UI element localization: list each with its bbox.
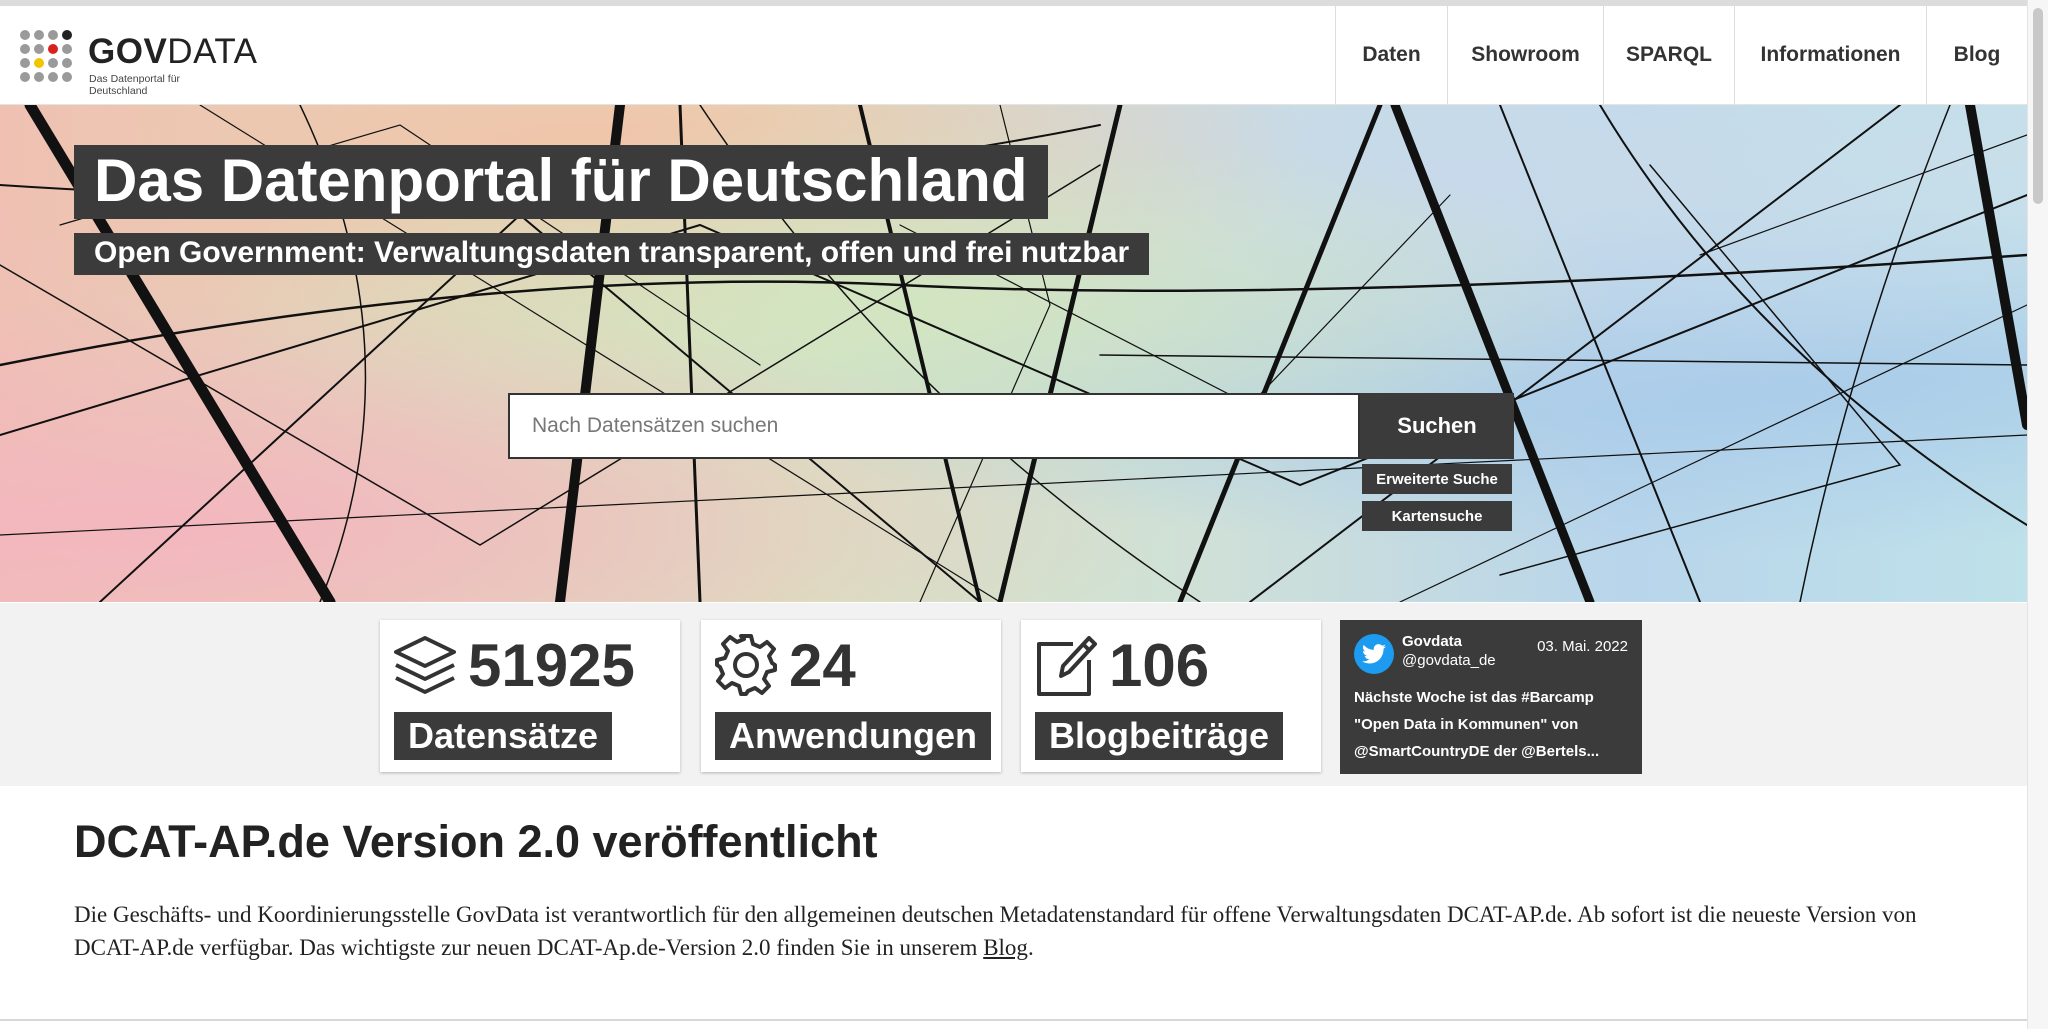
search-field-wrapper [508,393,1360,459]
news-title: DCAT-AP.de Version 2.0 veröffentlicht [74,816,878,867]
twitter-widget[interactable]: Govdata @govdata_de 03. Mai. 2022 Nächst… [1340,620,1642,774]
nav-sparql[interactable]: SPARQL [1603,6,1734,104]
tweet-author-handle[interactable]: @govdata_de [1402,652,1496,669]
nav-informationen[interactable]: Informationen [1734,6,1926,104]
news-text-end: . [1027,935,1034,960]
search-button[interactable]: Suchen [1360,393,1514,459]
tweet-text: Nächste Woche ist das #Barcamp "Open Dat… [1354,689,1600,760]
news-teaser: DCAT-AP.de Version 2.0 veröffentlicht Di… [0,786,2027,1021]
twitter-icon [1354,634,1394,674]
advanced-search-button[interactable]: Erweiterte Suche [1362,464,1512,494]
logo-subtitle: Das Datenportal für Deutschland [89,73,181,97]
gear-icon [715,634,777,696]
nav-daten[interactable]: Daten [1335,6,1447,104]
stat-card-applications[interactable]: 24 Anwendungen [701,620,1001,772]
search-input[interactable] [510,395,1358,457]
main-nav: Daten Showroom SPARQL Informationen Blog [1335,6,2027,104]
nav-showroom[interactable]: Showroom [1447,6,1603,104]
hero-subtitle: Open Government: Verwaltungsdaten transp… [74,233,1150,275]
map-search-button[interactable]: Kartensuche [1362,501,1512,531]
logo-wordmark: GOVDATA [88,32,257,72]
tweet-author-name[interactable]: Govdata [1402,633,1462,650]
blog-link[interactable]: Blog [983,935,1028,960]
scrollbar-thumb[interactable] [2033,8,2043,204]
nav-blog[interactable]: Blog [1926,6,2027,104]
layers-icon [394,636,456,694]
logo-word-bold: GOV [88,32,168,71]
govdata-logo[interactable]: GOVDATA Das Datenportal für Deutschland [20,26,257,97]
stat-datasets-label: Datensätze [394,712,613,760]
stats-bar: 51925 Datensätze 24 Anwendungen 106 Blog… [0,603,2027,786]
stat-blogposts-value: 106 [1109,632,1210,699]
edit-icon [1037,636,1097,696]
logo-word-light: DATA [167,32,258,71]
news-text: Die Geschäfts- und Koordinierungsstelle … [74,898,1934,964]
stat-applications-value: 24 [789,632,856,699]
stat-datasets-value: 51925 [468,632,635,699]
stat-card-blogposts[interactable]: 106 Blogbeiträge [1021,620,1321,772]
hero-title: Das Datenportal für Deutschland [74,145,1048,219]
vertical-scrollbar[interactable] [2027,0,2048,1029]
hero-banner: Das Datenportal für Deutschland Open Gov… [0,105,2027,602]
stat-card-datasets[interactable]: 51925 Datensätze [380,620,680,772]
logo-dots-icon [20,30,78,88]
site-header: GOVDATA Das Datenportal für Deutschland … [0,6,2027,105]
stat-applications-label: Anwendungen [715,712,991,760]
tweet-date: 03. Mai. 2022 [1537,638,1628,655]
stat-blogposts-label: Blogbeiträge [1035,712,1284,760]
